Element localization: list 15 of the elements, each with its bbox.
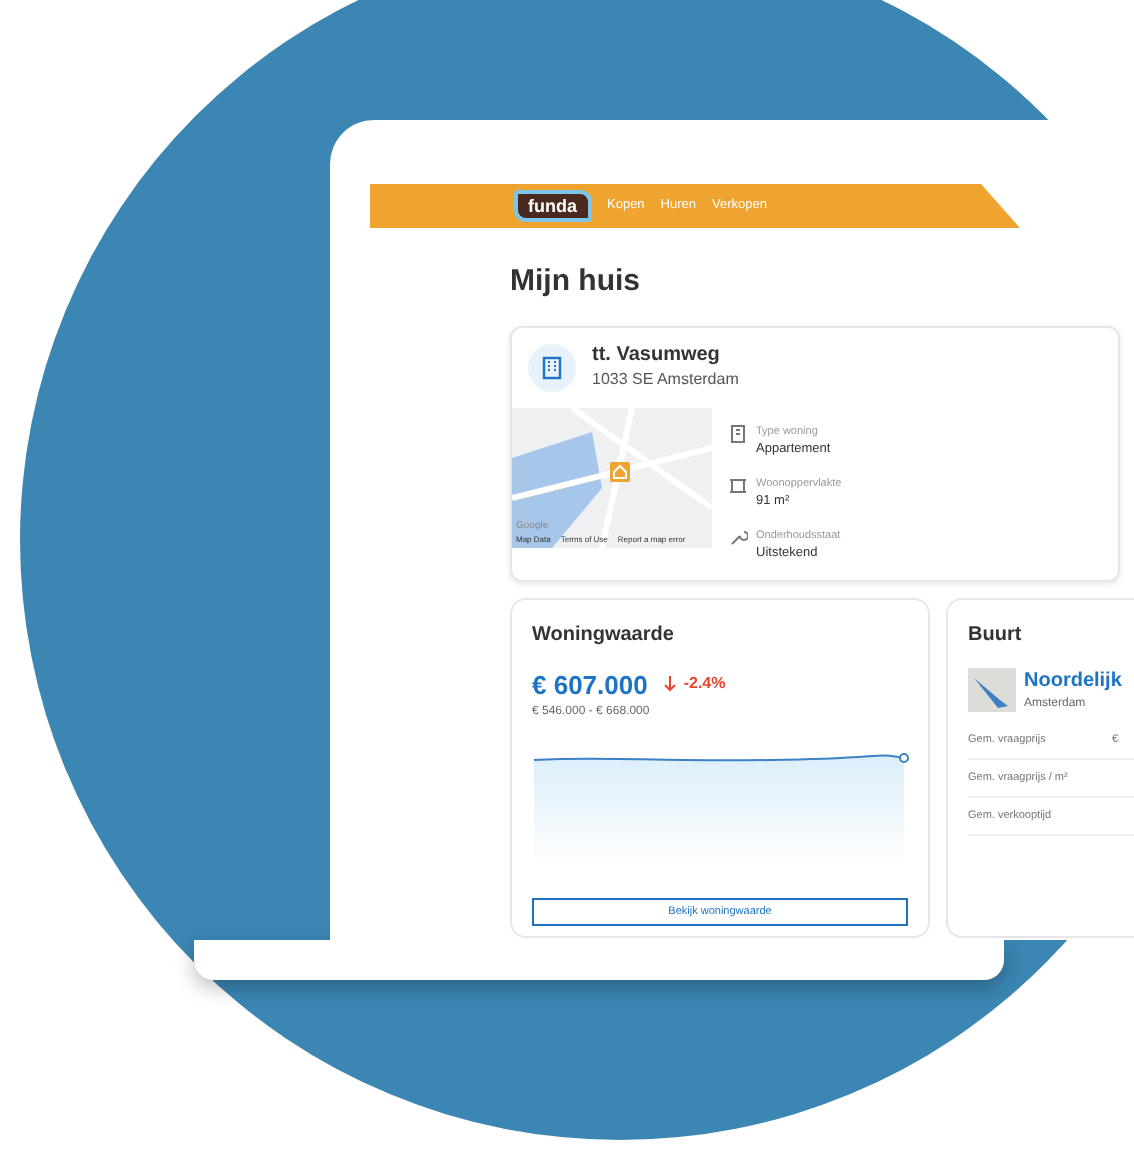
logo[interactable]: funda — [514, 190, 591, 222]
neighbourhood-map-icon — [968, 667, 1016, 711]
value-change: -2.4% — [683, 672, 726, 697]
building-icon — [528, 343, 576, 391]
arrow-down-icon — [663, 676, 676, 693]
estimated-value: € 607.000 — [532, 667, 648, 703]
area-icon — [728, 475, 748, 495]
neighbourhood-name[interactable]: Noordelijk — [1024, 665, 1122, 695]
card-title: Buurt — [968, 621, 1024, 649]
house-marker-icon — [610, 461, 630, 481]
card-title: Woningwaarde — [532, 621, 676, 649]
street-name: tt. Vasumweg — [592, 343, 722, 367]
building-icon — [728, 423, 748, 443]
page-title: Mijn huis — [510, 262, 642, 302]
postcode-city: 1033 SE Amsterdam — [592, 367, 739, 391]
